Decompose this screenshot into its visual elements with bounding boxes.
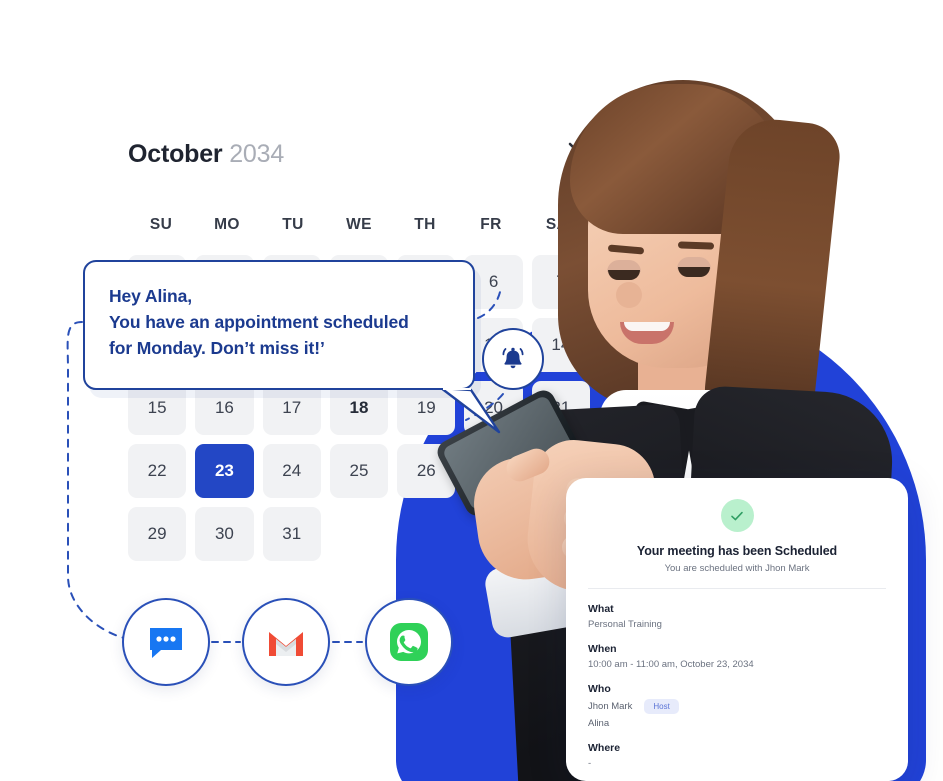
check-circle-icon	[720, 499, 754, 532]
calendar-cell-empty	[330, 507, 388, 561]
nose	[616, 282, 642, 308]
calendar-day-29[interactable]: 29	[128, 507, 187, 561]
field-value: -	[588, 758, 592, 769]
field-where: Where -	[588, 742, 886, 769]
calendar-day-30[interactable]: 30	[195, 507, 254, 561]
calendar-cell-empty	[397, 507, 455, 561]
meeting-confirmation-card: Your meeting has been Scheduled You are …	[566, 478, 908, 781]
gmail-icon[interactable]	[242, 598, 330, 686]
host-badge: Host	[644, 699, 679, 714]
whatsapp-icon[interactable]	[365, 598, 453, 686]
field-label: Where	[588, 742, 621, 754]
field-label: Who	[588, 683, 611, 695]
teeth	[624, 322, 670, 331]
weekday-we: WE	[346, 216, 372, 233]
calendar-day-23[interactable]: 23	[195, 444, 254, 498]
attendee-name: Alina	[588, 718, 610, 729]
weekday-su: SU	[149, 216, 173, 233]
bubble-line-1: Hey Alina,	[109, 286, 192, 306]
bubble-line-3: for Monday. Don’t miss it!’	[109, 337, 325, 358]
eye-right	[678, 267, 710, 277]
field-label: When	[588, 643, 617, 655]
calendar-day-31[interactable]: 31	[262, 507, 321, 561]
bubble-line-2: You have an appointment scheduled	[109, 311, 409, 332]
card-title: Your meeting has been Scheduled	[636, 544, 838, 558]
field-label: What	[588, 603, 614, 615]
card-details: What Personal Training When 10:00 am - 1…	[588, 589, 886, 769]
field-who: Who Jhon Mark Host Alina	[588, 683, 886, 729]
sms-icon[interactable]	[122, 598, 210, 686]
reminder-speech-bubble: Hey Alina, You have an appointment sched…	[83, 260, 501, 434]
card-subtitle: You are scheduled with Jhon Mark	[664, 563, 810, 574]
attendee-row: Jhon Mark Host	[588, 699, 886, 714]
calendar-day-22[interactable]: 22	[128, 444, 187, 498]
attendee-row: Alina	[588, 718, 886, 729]
attendee-name: Jhon Mark	[588, 701, 633, 712]
field-when: When 10:00 am - 11:00 am, October 23, 20…	[588, 643, 886, 670]
calendar-month: October	[128, 139, 223, 168]
weekday-mo: MO	[214, 216, 240, 233]
scheduling-illustration: October 2034 SU MO TU WE TH FR SA 123456…	[0, 0, 943, 781]
weekday-tu: TU	[282, 216, 304, 233]
calendar-day-24[interactable]: 24	[262, 444, 321, 498]
eyebrow-right	[677, 241, 715, 250]
calendar-title: October 2034	[128, 140, 284, 169]
calendar-year: 2034	[229, 139, 285, 168]
field-what: What Personal Training	[588, 603, 886, 630]
weekday-th: TH	[414, 216, 436, 233]
field-value: Personal Training	[588, 619, 662, 630]
calendar-day-25[interactable]: 25	[329, 444, 389, 498]
bell-icon[interactable]	[482, 328, 544, 390]
eye-left	[608, 270, 640, 280]
field-value: 10:00 am - 11:00 am, October 23, 2034	[588, 659, 754, 670]
